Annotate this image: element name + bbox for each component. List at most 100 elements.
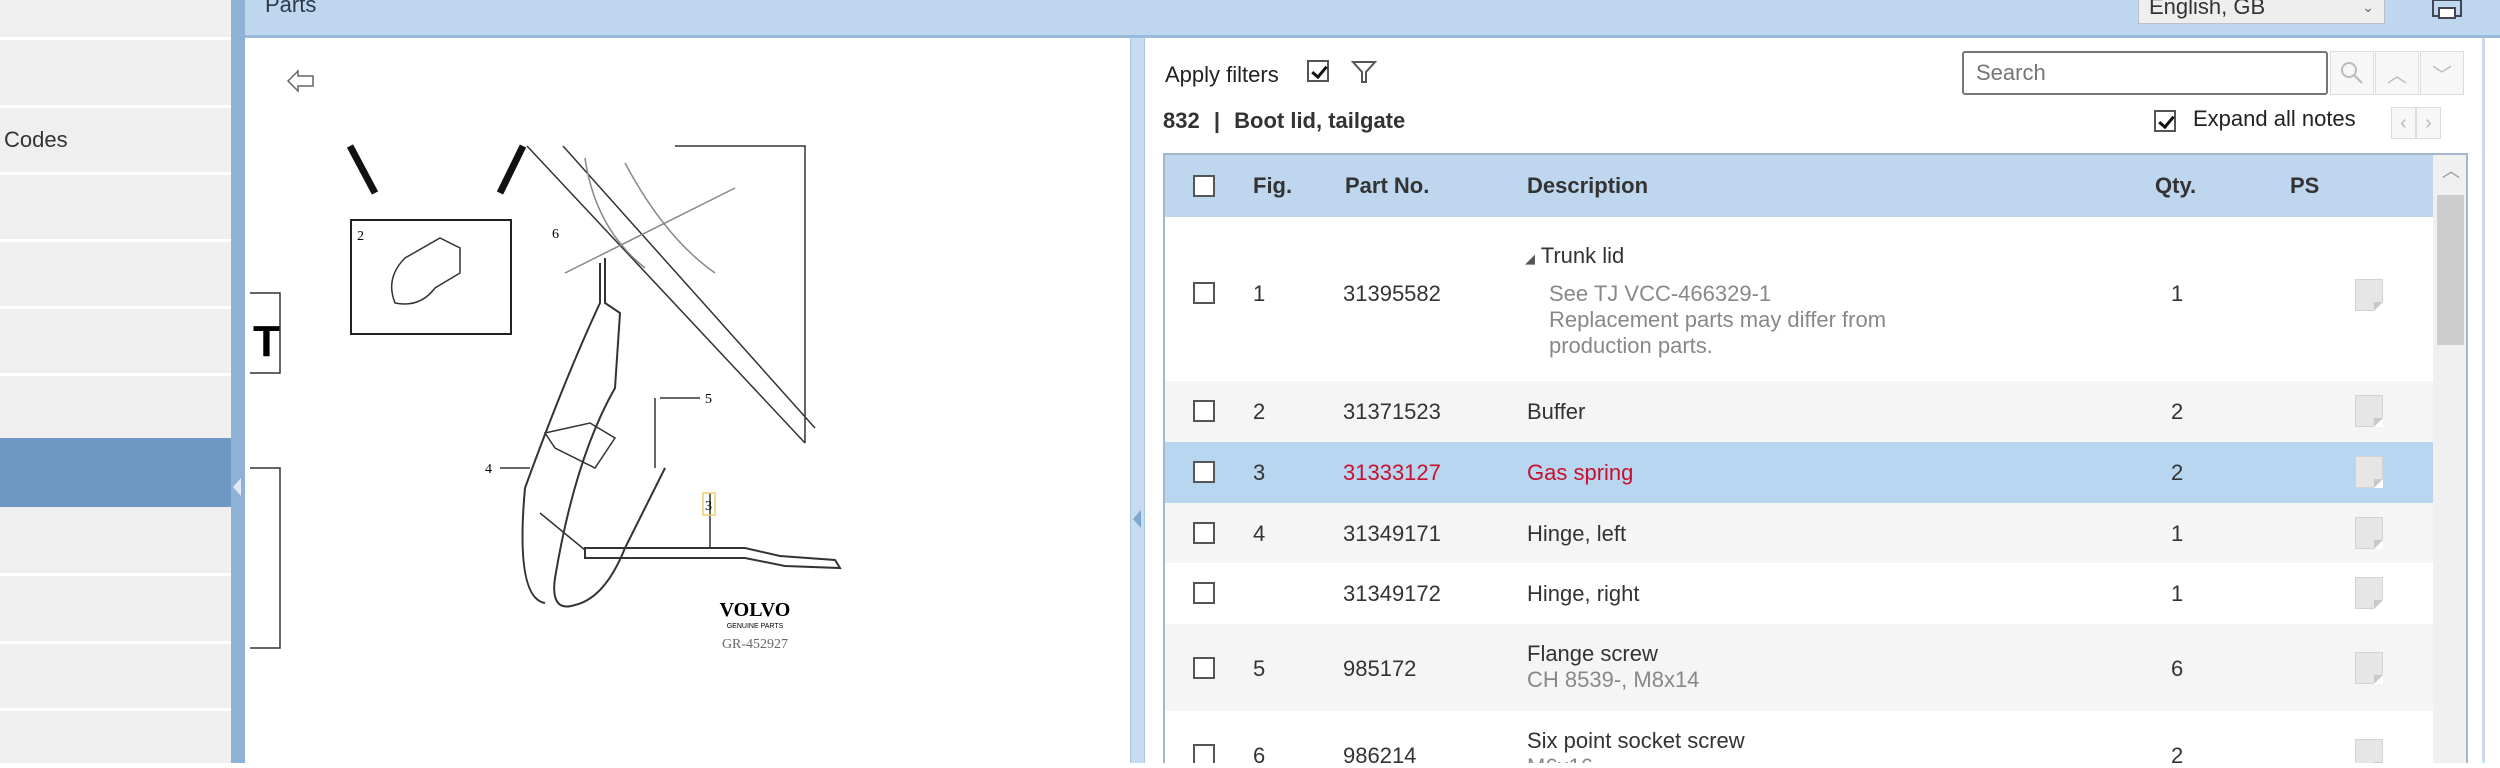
panel-splitter[interactable] — [1130, 38, 1145, 763]
fig-cell: 3 — [1253, 460, 1266, 485]
description-cell: Hinge, right — [1527, 581, 1640, 606]
col-fig[interactable]: Fig. — [1253, 173, 1292, 199]
panel-border — [2482, 38, 2485, 763]
select-all-checkbox[interactable] — [1193, 175, 1215, 197]
row-checkbox[interactable] — [1193, 744, 1215, 763]
table-row-selected[interactable]: 3 31333127 Gas spring 2 — [1165, 442, 2433, 503]
sidebar-collapse-handle[interactable] — [231, 0, 245, 763]
col-description[interactable]: Description — [1527, 173, 1648, 199]
col-qty[interactable]: Qty. — [2155, 173, 2196, 199]
description-cell: Hinge, left — [1527, 521, 1627, 546]
note-icon[interactable] — [2355, 517, 2383, 549]
description-cell: Buffer — [1527, 399, 1586, 424]
note-line: See TJ VCC-466329-1 — [1549, 281, 1772, 306]
group-label: ◢ Trunk lid — [1525, 243, 1624, 269]
apply-filters-label: Apply filters — [1165, 62, 1279, 87]
col-part-no[interactable]: Part No. — [1345, 173, 1429, 199]
sidebar-item-5[interactable] — [0, 308, 231, 374]
filter-icon[interactable] — [1350, 58, 1378, 86]
table-row[interactable]: ◢ Trunk lid 1 31395582 See TJ VCC-466329… — [1165, 217, 2433, 381]
note-line: Replacement parts may differ from — [1549, 307, 1887, 332]
callout-4: 4 — [485, 462, 492, 477]
sidebar-divider — [0, 373, 231, 376]
row-checkbox[interactable] — [1193, 400, 1215, 422]
language-select[interactable]: English, GB ⌄ — [2138, 0, 2385, 24]
table-scrollbar[interactable]: ︿ — [2433, 155, 2466, 763]
note-line: production parts. — [1549, 333, 1713, 358]
chevron-right-icon: › — [2425, 111, 2432, 134]
part-no-cell[interactable]: 986214 — [1343, 743, 1416, 763]
row-checkbox[interactable] — [1193, 657, 1215, 679]
sidebar-item-1[interactable] — [0, 39, 231, 105]
qty-cell: 1 — [2171, 521, 2184, 546]
search-next-button[interactable]: ﹀ — [2420, 51, 2464, 95]
prev-note-button[interactable]: ‹ — [2391, 107, 2416, 139]
group-title: Trunk lid — [1540, 243, 1625, 268]
section-code: 832 — [1163, 108, 1200, 133]
chevron-up-icon[interactable]: ︿ — [2442, 157, 2460, 183]
table-row[interactable]: 2 31371523 Buffer 2 — [1165, 381, 2433, 442]
search-button[interactable] — [2330, 51, 2374, 95]
part-no-cell[interactable]: 31395582 — [1343, 281, 1441, 307]
print-icon[interactable] — [2430, 0, 2464, 22]
table-row[interactable]: 6 986214 Six point socket screw M6x16 2 — [1165, 711, 2433, 763]
chevron-left-icon: ‹ — [2400, 111, 2407, 134]
parts-header: Parts English, GB ⌄ — [245, 0, 2500, 38]
expand-notes-checkbox[interactable] — [2154, 110, 2176, 132]
search-prev-button[interactable]: ︿ — [2375, 51, 2419, 95]
sidebar-divider — [0, 573, 231, 576]
sidebar-divider — [0, 641, 231, 644]
description-sub: M6x16 — [1527, 754, 1593, 763]
part-no-cell[interactable]: 31349172 — [1343, 581, 1441, 607]
inset-letter: T — [253, 317, 280, 366]
collapse-arrow-icon — [233, 478, 241, 496]
description-cell: Gas spring — [1527, 460, 1634, 485]
callout-3[interactable]: 3 — [705, 499, 712, 514]
table-row[interactable]: 5 985172 Flange screw CH 8539-, M8x14 6 — [1165, 624, 2433, 711]
description-cell: Six point socket screw — [1527, 728, 1745, 753]
part-no-cell[interactable]: 31371523 — [1343, 399, 1441, 425]
description-cell: Flange screw — [1527, 641, 1658, 666]
scrollbar-thumb[interactable] — [2437, 195, 2464, 345]
fig-cell: 5 — [1253, 656, 1266, 681]
search-input[interactable] — [1962, 51, 2328, 95]
volvo-logo: VOLVO — [720, 599, 791, 621]
sidebar-item-selected[interactable] — [0, 438, 245, 507]
apply-filters-checkbox[interactable] — [1307, 60, 1329, 82]
section-sep: | — [1213, 108, 1220, 133]
table-header: Fig. Part No. Description Qty. PS — [1165, 155, 2433, 217]
part-no-cell[interactable]: 985172 — [1343, 656, 1416, 682]
chevron-down-icon: ﹀ — [2432, 64, 2452, 87]
sidebar: Codes — [0, 0, 245, 763]
fig-cell: 4 — [1253, 521, 1266, 546]
callout-6: 6 — [552, 227, 559, 242]
row-checkbox[interactable] — [1193, 461, 1215, 483]
part-no-cell[interactable]: 31349171 — [1343, 521, 1441, 547]
note-icon[interactable] — [2355, 456, 2383, 488]
row-checkbox[interactable] — [1193, 282, 1215, 304]
next-note-button[interactable]: › — [2416, 107, 2441, 139]
section-title: Boot lid, tailgate — [1234, 108, 1406, 133]
note-icon[interactable] — [2355, 739, 2383, 763]
qty-cell: 1 — [2171, 581, 2184, 606]
back-arrow-icon[interactable] — [286, 69, 314, 93]
collapse-triangle-icon[interactable]: ◢ — [1525, 251, 1535, 266]
note-icon[interactable] — [2355, 652, 2383, 684]
sidebar-item-codes[interactable]: Codes — [0, 107, 231, 173]
parts-diagram[interactable]: 2 6 5 4 3 T VOLVO GENUINE PARTS GR-45292… — [245, 38, 1130, 763]
note-icon[interactable] — [2355, 577, 2383, 609]
panel-title: Parts — [265, 0, 317, 17]
row-checkbox[interactable] — [1193, 582, 1215, 604]
row-checkbox[interactable] — [1193, 522, 1215, 544]
diagram-ref: GR-452927 — [722, 637, 788, 652]
col-ps[interactable]: PS — [2290, 173, 2319, 199]
table-row[interactable]: 31349172 Hinge, right 1 — [1165, 563, 2433, 624]
sidebar-item-4[interactable] — [0, 241, 231, 307]
diagram-panel: 2 6 5 4 3 T VOLVO GENUINE PARTS GR-45292… — [245, 38, 1130, 763]
note-icon[interactable] — [2355, 279, 2383, 311]
note-icon[interactable] — [2355, 395, 2383, 427]
qty-cell: 6 — [2171, 656, 2184, 681]
sidebar-item-3[interactable] — [0, 174, 231, 240]
part-no-cell[interactable]: 31333127 — [1343, 460, 1441, 486]
table-row[interactable]: 4 31349171 Hinge, left 1 — [1165, 503, 2433, 563]
